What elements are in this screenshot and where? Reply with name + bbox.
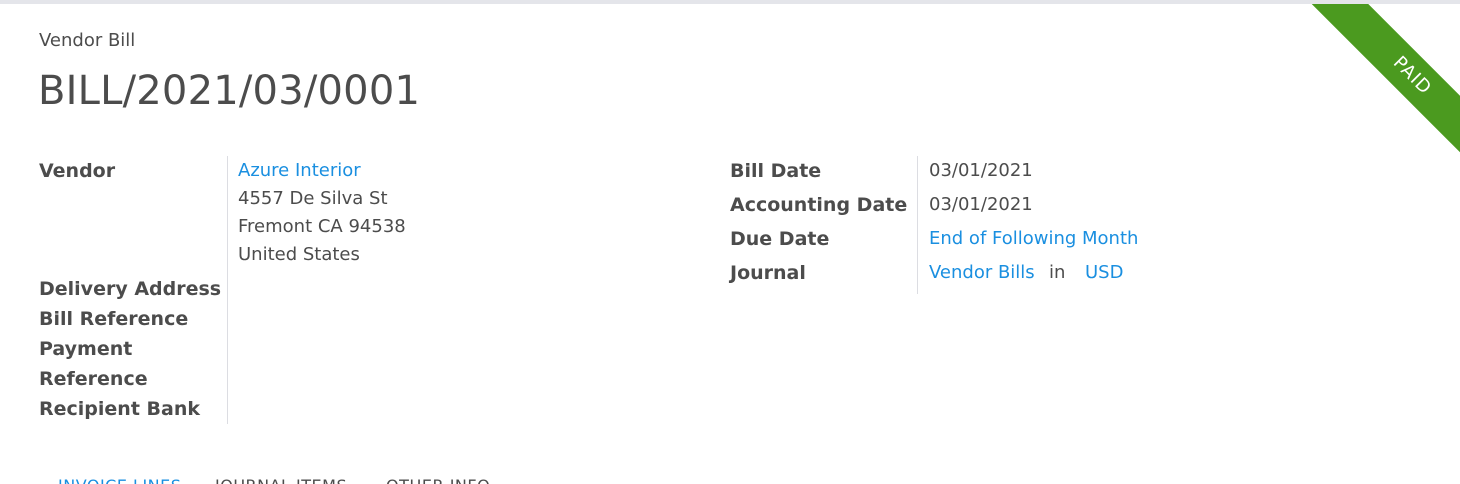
bill-date-value[interactable]: 03/01/2021 xyxy=(929,160,1033,181)
accounting-date-value[interactable]: 03/01/2021 xyxy=(929,194,1033,215)
document-type: Vendor Bill xyxy=(39,30,136,51)
vendor-address-city: Fremont CA 94538 xyxy=(238,216,406,237)
bill-reference-label: Bill Reference xyxy=(39,308,189,330)
payment-reference-label-line2: Reference xyxy=(39,368,148,390)
top-border xyxy=(0,0,1460,4)
vendor-address-street: 4557 De Silva St xyxy=(238,188,388,209)
vendor-address-country: United States xyxy=(238,244,360,265)
tab-other-info[interactable]: OTHER INFO xyxy=(386,476,490,484)
currency-link[interactable]: USD xyxy=(1085,262,1123,283)
bill-date-label: Bill Date xyxy=(730,160,822,182)
accounting-date-label: Accounting Date xyxy=(730,194,908,216)
right-field-divider xyxy=(917,156,918,294)
recipient-bank-label: Recipient Bank xyxy=(39,398,200,420)
payment-reference-label-line1: Payment xyxy=(39,338,133,360)
status-ribbon: PAID xyxy=(1290,4,1460,174)
journal-label: Journal xyxy=(730,262,806,284)
tab-journal-items[interactable]: JOURNAL ITEMS xyxy=(215,476,347,484)
tab-invoice-lines[interactable]: INVOICE LINES xyxy=(58,476,181,484)
payment-terms-link[interactable]: End of Following Month xyxy=(929,228,1138,249)
due-date-label: Due Date xyxy=(730,228,830,250)
journal-in-text: in xyxy=(1049,262,1066,283)
document-name: BILL/2021/03/0001 xyxy=(38,68,421,114)
vendor-label: Vendor xyxy=(39,160,116,182)
delivery-address-label: Delivery Address xyxy=(39,278,222,300)
paid-ribbon-label: PAID xyxy=(1305,4,1460,174)
vendor-bill-form: PAID Vendor Bill BILL/2021/03/0001 Vendo… xyxy=(0,0,1460,484)
vendor-link[interactable]: Azure Interior xyxy=(238,160,361,181)
left-field-divider xyxy=(227,156,228,424)
journal-link[interactable]: Vendor Bills xyxy=(929,262,1035,283)
